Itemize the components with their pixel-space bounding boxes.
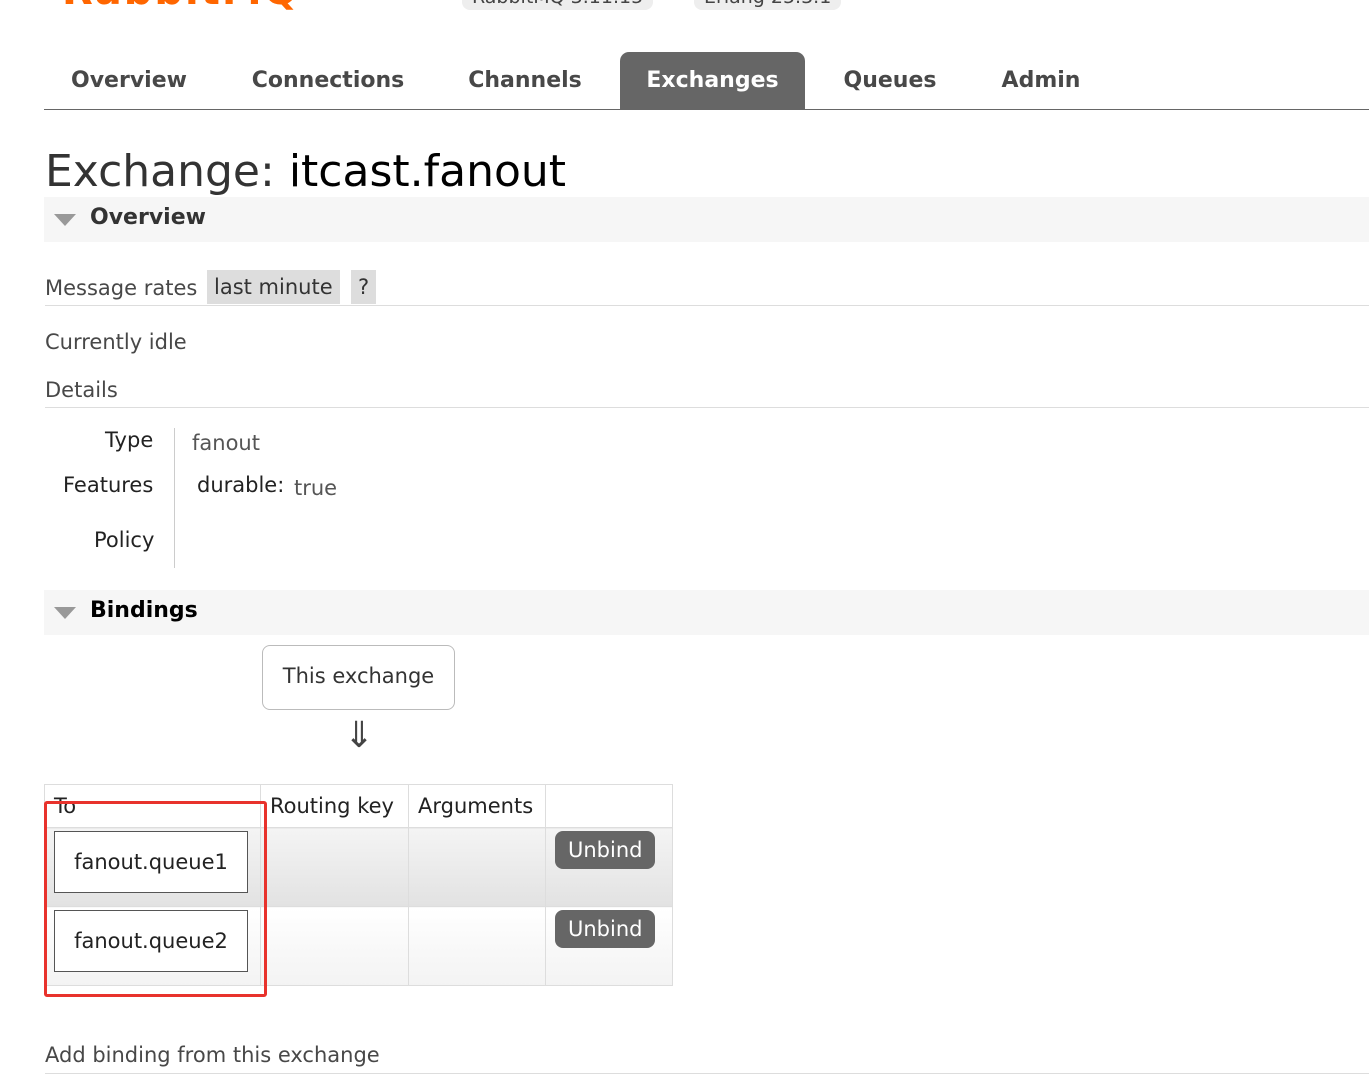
- tab-connections[interactable]: Connections: [234, 52, 422, 109]
- type-value: fanout: [192, 431, 260, 455]
- main-nav-tabs: Overview Connections Channels Exchanges …: [44, 52, 1369, 110]
- bindings-section-header[interactable]: Bindings: [44, 590, 1369, 635]
- column-header-arguments: Arguments: [408, 784, 546, 828]
- binding-destination-cell: fanout.queue1: [44, 827, 261, 907]
- table-header-row: To Routing key Arguments: [44, 784, 673, 828]
- top-header: RabbitMQ RabbitMQ 3.11.15 Erlang 25.3.1: [0, 0, 1369, 14]
- details-label: Details: [45, 378, 118, 402]
- collapse-triangle-icon: [54, 214, 76, 226]
- rate-period-selector[interactable]: last minute: [207, 270, 340, 304]
- page-title: Exchange: itcast.fanout: [45, 146, 566, 197]
- action-cell: Unbind: [545, 906, 673, 986]
- queue-link[interactable]: fanout.queue1: [54, 831, 248, 893]
- overview-section-title: Overview: [90, 205, 206, 230]
- erlang-badge: Erlang 25.3.1: [694, 0, 842, 10]
- features-value: true: [294, 476, 338, 500]
- column-header-routing-key: Routing key: [260, 784, 409, 828]
- exchange-name: itcast.fanout: [288, 146, 567, 197]
- queue-link[interactable]: fanout.queue2: [54, 910, 248, 972]
- this-exchange-label: This exchange: [282, 664, 435, 688]
- down-arrow-icon: ⇓: [344, 715, 375, 756]
- policy-label: Policy: [94, 528, 155, 552]
- version-badge: RabbitMQ 3.11.15: [462, 0, 654, 10]
- type-label: Type: [105, 428, 154, 452]
- column-header-to: To: [44, 784, 261, 828]
- routing-key-cell: [260, 906, 409, 986]
- message-rates-row: Message rates last minute ?: [45, 266, 1369, 306]
- bindings-table: To Routing key Arguments fanout.queue1 U…: [44, 784, 673, 986]
- column-header-actions: [545, 784, 673, 828]
- table-row: fanout.queue2 Unbind: [44, 906, 673, 986]
- unbind-button[interactable]: Unbind: [555, 831, 656, 869]
- tab-admin[interactable]: Admin: [984, 52, 1098, 109]
- arguments-cell: [408, 827, 546, 907]
- this-exchange-box: This exchange: [262, 645, 455, 710]
- details-divider: [174, 428, 175, 568]
- unbind-button[interactable]: Unbind: [555, 910, 656, 948]
- features-key: durable:: [197, 473, 285, 497]
- features-label: Features: [63, 473, 154, 497]
- idle-status: Currently idle: [45, 330, 187, 354]
- message-rates-label: Message rates: [45, 276, 198, 300]
- action-cell: Unbind: [545, 827, 673, 907]
- overview-section-header[interactable]: Overview: [44, 197, 1369, 242]
- tab-overview[interactable]: Overview: [44, 52, 214, 109]
- help-button[interactable]: ?: [351, 270, 377, 304]
- routing-key-cell: [260, 827, 409, 907]
- add-binding-label[interactable]: Add binding from this exchange: [45, 1043, 380, 1067]
- page-title-prefix: Exchange:: [45, 146, 275, 197]
- tab-queues[interactable]: Queues: [824, 52, 956, 109]
- binding-destination-cell: fanout.queue2: [44, 906, 261, 986]
- tab-exchanges[interactable]: Exchanges: [620, 52, 805, 109]
- table-row: fanout.queue1 Unbind: [44, 827, 673, 907]
- rabbitmq-logo[interactable]: RabbitMQ: [62, 0, 300, 14]
- collapse-triangle-icon: [54, 607, 76, 619]
- arguments-cell: [408, 906, 546, 986]
- tab-channels[interactable]: Channels: [449, 52, 601, 109]
- add-binding-row: Add binding from this exchange: [45, 1043, 1369, 1074]
- details-row: Details: [45, 378, 1369, 408]
- bindings-section-title: Bindings: [90, 598, 198, 623]
